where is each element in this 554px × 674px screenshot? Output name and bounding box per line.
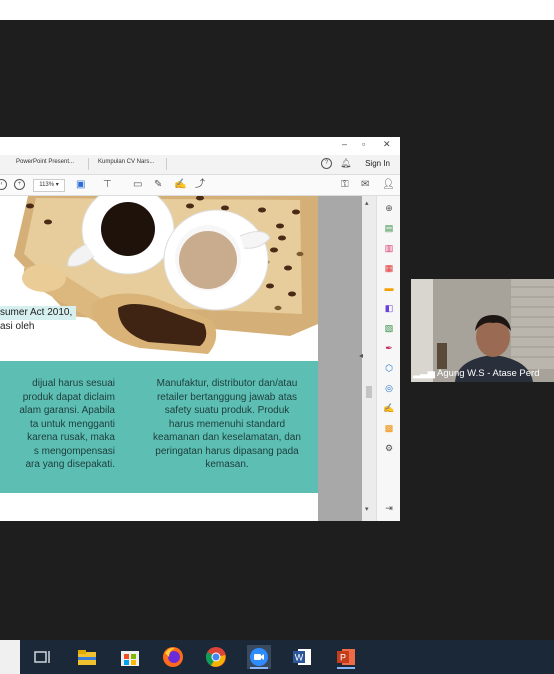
word-icon[interactable]: W [290,645,314,669]
file-explorer-icon[interactable] [75,645,99,669]
tab-kumpulan-cv[interactable]: Kumpulan CV Nars... [98,159,154,165]
left-line: ara yang disepakati. [25,459,115,470]
participant-name-label: ▂▃▅ Agung W.S - Atase Perd [411,368,540,379]
right-line: Manufaktur, distributor dan/atau [156,378,298,389]
send-sign-icon[interactable]: ✍ [383,402,395,414]
sign-in-link[interactable]: Sign In [365,159,390,168]
acrobat-toolbar: ‹ + 113% ▾ ▣ ⊤ ▭ ✎ ✍ ⤴ ⚿ ✉ 👤︎ [0,175,400,196]
combine-files-icon[interactable]: ◧ [383,302,395,314]
tab-divider [166,158,167,170]
quote-line-2: asi oleh [0,321,35,332]
svg-text:W: W [295,653,304,663]
collapse-panel-icon[interactable]: ◂ [359,350,363,362]
shared-acrobat-window: – ▫ ✕ PowerPoint Present... Kumpulan CV … [0,137,400,521]
scroll-down-icon[interactable]: ▾ [365,504,369,516]
taskbar-search-box[interactable] [0,640,20,674]
protect-icon[interactable]: ⚿ [341,179,349,191]
left-line: alam garansi. Apabila [19,405,115,416]
help-icon[interactable]: ? [321,158,332,169]
firefox-icon[interactable] [161,645,185,669]
zoom-level-select[interactable]: 113% ▾ [33,179,65,192]
protect-shield-icon[interactable]: ⬡ [383,362,395,374]
search-zoom-icon[interactable]: ⊕ [383,202,395,214]
scroll-thumb[interactable] [366,386,372,398]
more-tools-icon[interactable]: ⚙ [383,442,395,454]
right-line: safety suatu produk. Produk [164,405,290,416]
minimize-icon[interactable]: – [342,139,347,149]
right-line: peringatan harus dipasang pada [155,445,299,457]
svg-text:P: P [340,653,346,663]
open-app-indicator [337,667,355,669]
powerpoint-icon[interactable]: P [334,645,358,669]
document-page-bottom [0,493,318,521]
left-line: s mengompensasi [33,445,115,457]
bell-icon[interactable]: 🔔︎ [340,157,351,169]
participant-camera-feed [411,279,554,382]
task-view-icon[interactable] [31,645,55,669]
tab-powerpoint[interactable]: PowerPoint Present... [16,159,74,165]
right-line: kemasan. [205,459,249,470]
participant-name: Agung W.S - Atase Perd [437,368,540,379]
highlight-pen-icon[interactable]: ✎ [154,179,162,191]
left-line: ta untuk mengganti [29,418,115,430]
maximize-icon[interactable]: ▫ [362,139,365,149]
close-icon[interactable]: ✕ [383,139,391,150]
zoom-in-icon[interactable]: + [14,179,25,190]
create-pdf-icon[interactable]: ▥ [383,242,395,254]
expand-pane-icon[interactable]: ⇥ [383,502,395,514]
comment-tool-icon[interactable]: ▬ [383,282,395,294]
right-line: harus memenuhi standard [168,418,286,430]
text-select-icon[interactable]: ⊤ [103,179,112,191]
right-line: keamanan dan keselamatan, dan [153,432,301,443]
zoom-level-value: 113% [39,182,55,188]
right-line: retailer bertanggung jawab atas [156,391,298,403]
optimize-icon[interactable]: ◎ [383,382,395,394]
participant-video[interactable]: ▂▃▅ Agung W.S - Atase Perd [411,279,554,382]
tools-right-pane: ⊕ ▤ ▥ ▦ ▬ ◧ ▧ ✒ ⬡ ◎ ✍ ▩ ⚙ ⇥ [376,196,400,521]
microsoft-store-icon[interactable] [118,645,142,669]
signal-strength-icon: ▂▃▅ [413,368,435,379]
mail-icon[interactable]: ✉ [361,179,369,191]
quote-text: sumer Act 2010, asi oleh [0,306,77,334]
export-pdf-icon[interactable]: ▤ [383,222,395,234]
prev-page-icon[interactable]: ‹ [0,179,7,190]
tab-bar: PowerPoint Present... Kumpulan CV Nars..… [0,155,400,175]
chrome-icon[interactable] [204,645,228,669]
scan-icon[interactable]: ▩ [383,422,395,434]
fill-sign-icon[interactable]: ✒ [383,342,395,354]
organize-pages-icon[interactable]: ▧ [383,322,395,334]
left-column-text: dijual harus sesuai produk dapat diclaim… [0,377,115,472]
quote-line-1: sumer Act 2010, [0,306,77,320]
top-strip [0,0,554,20]
left-line: dijual harus sesuai [32,378,115,389]
left-line: karena rusak, maka [27,432,115,443]
coffee-photo [0,196,318,366]
scroll-up-icon[interactable]: ▴ [365,198,369,210]
windows-taskbar: W P [0,640,554,674]
zoom-app-icon[interactable] [247,645,271,669]
page-fit-icon[interactable]: ▣ [76,179,85,191]
document-page: sumer Act 2010, asi oleh dijual harus se… [0,196,318,521]
user-icon[interactable]: 👤︎ [382,179,395,191]
vertical-scrollbar[interactable]: ▴ ◂ ▾ [359,196,376,521]
sign-icon[interactable]: ✍ [174,179,186,191]
active-app-indicator [250,667,268,669]
document-gray-margin [318,196,362,521]
comment-icon[interactable]: ▭ [133,179,142,191]
share-icon[interactable]: ⤴ [195,179,205,191]
window-titlebar: – ▫ ✕ [0,137,400,155]
tab-divider [88,158,89,170]
right-column-text: Manufaktur, distributor dan/atau retaile… [142,377,312,472]
teal-panel: dijual harus sesuai produk dapat diclaim… [0,361,318,495]
left-line: produk dapat diclaim [22,391,115,403]
edit-pdf-icon[interactable]: ▦ [383,262,395,274]
